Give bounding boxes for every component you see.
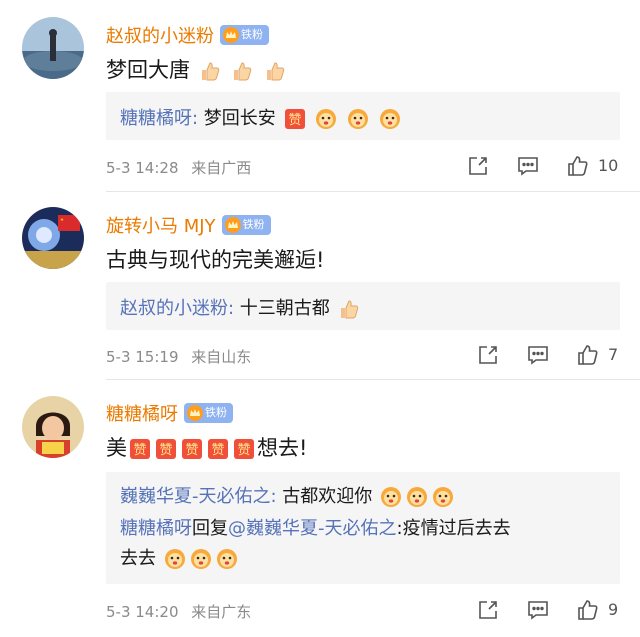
reply-button[interactable] (524, 596, 552, 624)
svg-text:赞: 赞 (211, 443, 224, 458)
comment-actions: 7 (460, 341, 620, 371)
zan-icon: 赞 (129, 438, 151, 460)
svg-text:赞: 赞 (288, 113, 301, 128)
svg-text:赞: 赞 (185, 443, 198, 458)
fan-badge: 铁粉 (221, 215, 271, 235)
timestamp: 5-3 15:19 (106, 348, 179, 366)
like-icon (578, 345, 598, 365)
svg-text:赞: 赞 (237, 443, 250, 458)
comment-icon (528, 601, 548, 620)
username[interactable]: 赵叔的小迷粉 铁粉 (106, 22, 269, 48)
share-button[interactable] (474, 596, 502, 624)
zan-icon: 赞 (284, 108, 306, 130)
zan-icon: 赞 (233, 438, 255, 460)
comment-meta: 5-3 15:19 来自山东 (106, 346, 251, 367)
like-icon (568, 156, 588, 176)
reply-username[interactable]: 糖糖橘呀 (120, 108, 192, 129)
comment-meta: 5-3 14:28 来自广西 (106, 157, 251, 178)
share-button[interactable] (464, 152, 492, 180)
reply-username[interactable]: 赵叔的小迷粉 (120, 298, 228, 319)
like-button[interactable] (564, 152, 592, 180)
crown-icon (224, 217, 241, 233)
like-count: 10 (598, 156, 619, 175)
avatar[interactable] (22, 396, 84, 458)
share-icon (479, 601, 497, 619)
comment-icon (528, 346, 548, 365)
zan-icon: 赞 (155, 438, 177, 460)
thumbs-up-icon (199, 60, 221, 82)
mention-link[interactable]: @巍巍华夏-天必佑之 (228, 518, 397, 539)
comment-item: 糖糖橘呀 铁粉 美赞赞赞赞赞想去! 巍巍华夏-天必佑之: 古都欢迎你 糖糖橘呀回复… (0, 380, 640, 637)
comment-text: 梦回大唐 (106, 54, 288, 84)
comment-actions: 9 (460, 596, 620, 626)
like-count: 9 (608, 600, 619, 619)
fan-badge: 铁粉 (184, 403, 233, 423)
reply-line: 糖糖橘呀回复@巍巍华夏-天必佑之:疫情过后去去 (120, 518, 511, 539)
lion-icon (315, 108, 337, 130)
fan-badge: 铁粉 (220, 25, 269, 45)
lion-icon (347, 108, 369, 130)
lion-icon (190, 548, 212, 570)
reply-line: 赵叔的小迷粉: 十三朝古都 (120, 294, 362, 320)
like-button[interactable] (574, 341, 602, 369)
svg-text:赞: 赞 (159, 443, 172, 458)
lion-icon (432, 486, 454, 508)
reply-username[interactable]: 巍巍华夏-天必佑之 (120, 486, 271, 507)
like-button[interactable] (574, 596, 602, 624)
thumbs-up-icon (338, 298, 360, 320)
comment-actions: 10 (460, 152, 620, 182)
reply-username[interactable]: 糖糖橘呀 (120, 518, 192, 539)
comment-item: 旋转小马 MJY 铁粉 古典与现代的完美邂逅! 赵叔的小迷粉: 十三朝古都 5-3… (0, 192, 640, 380)
reply-box[interactable]: 巍巍华夏-天必佑之: 古都欢迎你 糖糖橘呀回复@巍巍华夏-天必佑之:疫情过后去去… (106, 472, 620, 584)
like-count: 7 (608, 345, 619, 364)
reply-line: 去去 (120, 544, 240, 570)
zan-icon: 赞 (181, 438, 203, 460)
svg-text:赞: 赞 (133, 443, 146, 458)
lion-icon (216, 548, 238, 570)
timestamp: 5-3 14:20 (106, 603, 179, 621)
lion-icon (406, 486, 428, 508)
comment-item: 赵叔的小迷粉 铁粉 梦回大唐 糖糖橘呀: 梦回长安 赞 5-3 14:28 来自广… (0, 0, 640, 192)
lion-icon (379, 108, 401, 130)
reply-button[interactable] (524, 341, 552, 369)
thumbs-up-icon (231, 60, 253, 82)
lion-icon (164, 548, 186, 570)
reply-line: 糖糖橘呀: 梦回长安 赞 (120, 104, 403, 130)
comment-text: 美赞赞赞赞赞想去! (106, 436, 308, 460)
thumbs-up-icon (264, 60, 286, 82)
crown-icon (187, 405, 203, 421)
crown-icon (223, 27, 239, 43)
comment-icon (518, 157, 538, 176)
like-icon (578, 600, 598, 620)
reply-box[interactable]: 赵叔的小迷粉: 十三朝古都 (106, 282, 620, 330)
share-icon (479, 346, 497, 364)
avatar[interactable] (22, 207, 84, 269)
reply-box[interactable]: 糖糖橘呀: 梦回长安 赞 (106, 92, 620, 140)
share-icon (469, 157, 487, 175)
location: 来自山东 (191, 348, 252, 366)
reply-button[interactable] (514, 152, 542, 180)
zan-icon: 赞 (207, 438, 229, 460)
timestamp: 5-3 14:28 (106, 159, 179, 177)
reply-line: 巍巍华夏-天必佑之: 古都欢迎你 (120, 482, 456, 508)
comment-meta: 5-3 14:20 来自广东 (106, 601, 251, 622)
comment-text: 古典与现代的完美邂逅! (106, 248, 325, 272)
username[interactable]: 糖糖橘呀 铁粉 (106, 400, 233, 426)
lion-icon (380, 486, 402, 508)
location: 来自广西 (191, 159, 252, 177)
share-button[interactable] (474, 341, 502, 369)
username[interactable]: 旋转小马 MJY 铁粉 (106, 212, 271, 238)
avatar[interactable] (22, 17, 84, 79)
location: 来自广东 (191, 603, 252, 621)
